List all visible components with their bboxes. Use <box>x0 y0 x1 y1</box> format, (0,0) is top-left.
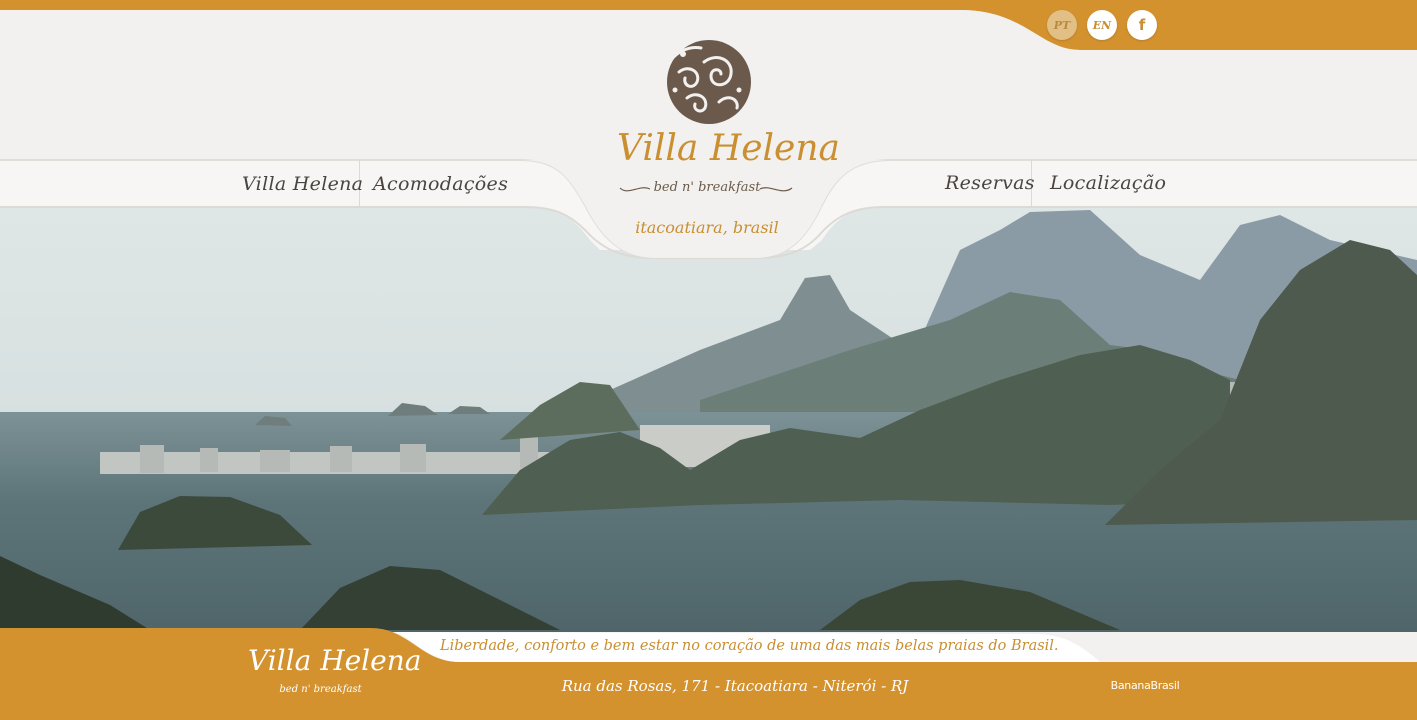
footer-tagline: Liberdade, conforto e bem estar no coraç… <box>440 638 1059 654</box>
footer-address: Rua das Rosas, 171 - Itacoatiara - Niter… <box>561 677 909 695</box>
facebook-button[interactable]: f <box>1127 10 1157 40</box>
lang-en-button[interactable]: EN <box>1087 10 1117 40</box>
facebook-icon: f <box>1138 16 1146 34</box>
nav-villa-helena[interactable]: Villa Helena <box>242 173 363 195</box>
logo-place: itacoatiara, brasil <box>635 218 779 237</box>
nav-acomodacoes[interactable]: Acomodações <box>373 173 508 195</box>
nav-localizacao[interactable]: Localização <box>1050 172 1166 194</box>
page: Villa Helena Acomodações Reservas Locali… <box>0 0 1417 720</box>
lang-pt-button[interactable]: PT <box>1047 10 1077 40</box>
logo-subtitle: bed n' breakfast <box>653 180 761 195</box>
footer-logo-subtitle: bed n' breakfast <box>279 684 362 695</box>
logo-title: Villa Helena <box>617 128 840 169</box>
footer-logo-title: Villa Helena <box>248 644 422 677</box>
header-decoration <box>0 0 1417 720</box>
nav-reservas[interactable]: Reservas <box>945 172 1035 194</box>
footer-credit-link[interactable]: BananaBrasil <box>1080 679 1210 692</box>
